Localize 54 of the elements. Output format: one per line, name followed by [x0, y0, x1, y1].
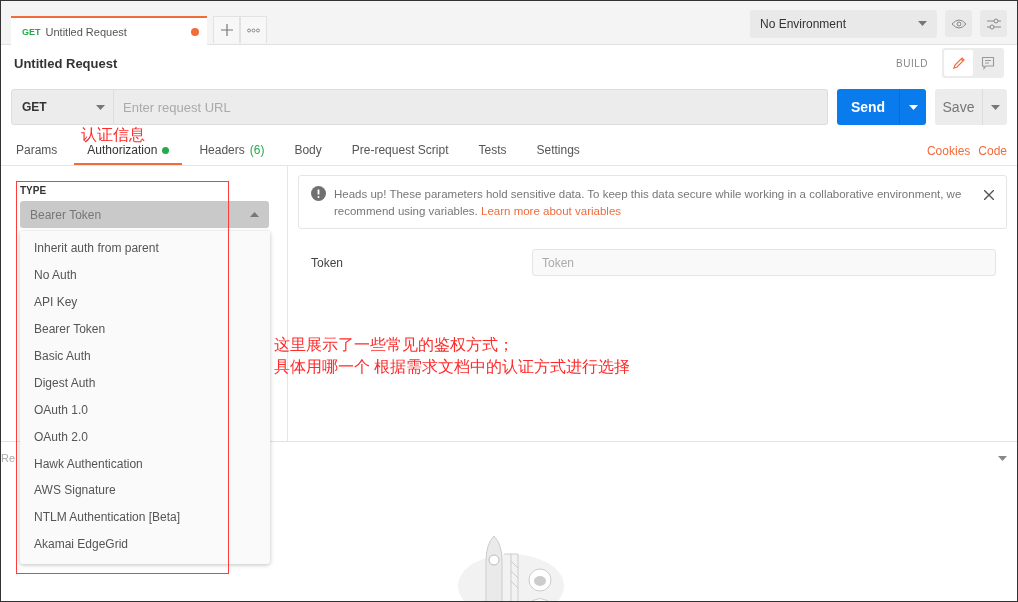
menu-item[interactable]: Basic Auth	[20, 342, 270, 370]
menu-item[interactable]: Akamai EdgeGrid	[20, 530, 270, 558]
caret-icon	[990, 104, 1000, 110]
menu-item[interactable]: No Auth	[20, 261, 270, 289]
settings-button[interactable]	[980, 10, 1007, 37]
menu-item[interactable]: OAuth 2.0	[20, 423, 270, 451]
type-label: TYPE	[20, 185, 48, 196]
more-icon	[247, 27, 260, 33]
menu-item[interactable]: AWS Signature	[20, 477, 270, 504]
method-label: GET	[22, 26, 41, 37]
annotation-note: 具体用哪一个 根据需求文档中的认证方式进行选择	[274, 357, 631, 377]
menu-item[interactable]: API Key	[20, 288, 270, 316]
caret-icon	[250, 212, 259, 217]
menu-item[interactable]: Inherit auth from parent	[20, 235, 270, 262]
menu-item[interactable]: NTLM Authentication [Beta]	[20, 503, 270, 531]
comment-icon	[980, 56, 995, 70]
menu-item[interactable]: Hawk Authentication	[20, 450, 270, 477]
url-input[interactable]: Enter request URL	[114, 89, 828, 125]
mode-button[interactable]	[944, 50, 973, 76]
request-section-tab[interactable]: Params	[3, 137, 71, 165]
warning-icon	[311, 186, 326, 201]
caret-icon	[908, 104, 918, 110]
environment-select[interactable]: No Environment	[750, 9, 937, 38]
caret-icon	[998, 455, 1007, 461]
sliders-icon	[985, 16, 1002, 31]
mode-label: BUILD	[896, 57, 928, 69]
menu-item[interactable]: OAuth 1.0	[20, 396, 270, 424]
response-label: Re	[1, 452, 16, 464]
request-section-tab[interactable]: Tests	[465, 137, 520, 165]
tab-title: Untitled Request	[45, 25, 128, 38]
request-section-tab[interactable]: Settings	[523, 137, 593, 165]
request-title: Untitled Request	[14, 55, 119, 71]
annotation-note: 这里展示了一些常见的鉴权方式；	[274, 335, 515, 355]
close-icon[interactable]	[984, 190, 994, 200]
plus-icon	[220, 24, 233, 36]
pencil-icon	[951, 56, 966, 70]
request-section-tab[interactable]: Pre-request Script	[338, 137, 462, 165]
menu-item[interactable]: Bearer Token	[20, 315, 270, 343]
send-button[interactable]: Send	[837, 89, 926, 125]
menu-item[interactable]: Digest Auth	[20, 369, 270, 397]
request-tab[interactable]: GET Untitled Request	[11, 16, 207, 45]
request-section-tab[interactable]: Headers (6)	[186, 137, 278, 165]
eye-icon	[950, 18, 967, 29]
eye-button[interactable]	[945, 10, 972, 37]
save-button[interactable]: Save	[935, 89, 1007, 125]
caret-icon	[96, 104, 105, 110]
token-label: Token	[310, 255, 345, 270]
method-select[interactable]: GET	[11, 89, 114, 125]
caret-icon	[918, 21, 927, 26]
new-tab-button[interactable]	[213, 16, 240, 43]
alert-message: Heads up! These parameters hold sensitive data. To keep this data secure while working in a collaborative environment, we recommend using variables. Learn more about variables	[334, 187, 963, 219]
request-section-tab[interactable]: Body	[281, 137, 335, 165]
more-button[interactable]	[240, 16, 267, 43]
token-input[interactable]: Token	[532, 249, 996, 276]
